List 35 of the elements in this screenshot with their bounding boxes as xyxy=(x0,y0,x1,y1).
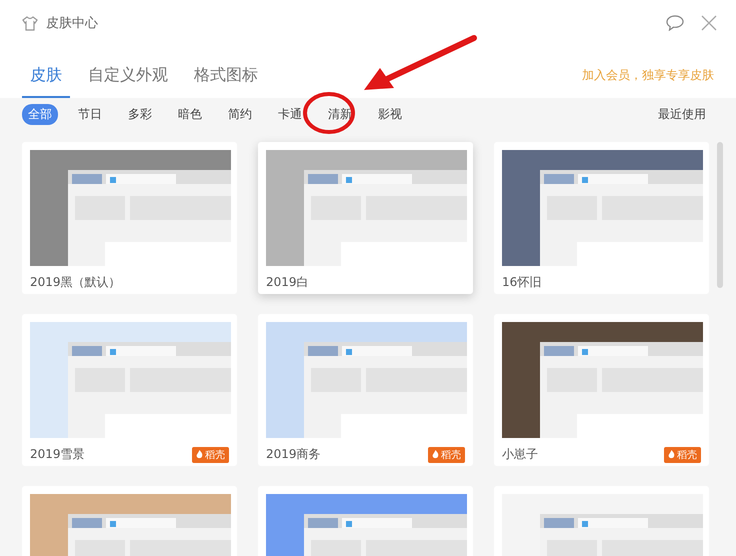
filter-chip[interactable]: 多彩 xyxy=(122,104,158,125)
skin-name: 2019黑（默认） xyxy=(30,274,121,291)
skin-card[interactable]: 2019白 xyxy=(258,142,473,294)
scrollbar[interactable] xyxy=(717,142,723,288)
filter-chip[interactable]: 暗色 xyxy=(172,104,208,125)
skin-name: 2019商务 xyxy=(266,446,321,463)
flame-icon xyxy=(196,450,203,459)
skin-card[interactable]: 小崽子 稻壳 xyxy=(494,314,709,466)
window-title: 皮肤中心 xyxy=(46,15,98,32)
skin-name: 小崽子 xyxy=(502,446,538,463)
filter-chip[interactable]: 节日 xyxy=(72,104,108,125)
chat-icon[interactable] xyxy=(666,15,684,31)
skin-card[interactable]: 2019商务 稻壳 xyxy=(258,314,473,466)
close-icon[interactable] xyxy=(700,14,718,32)
docer-badge: 稻壳 xyxy=(428,446,465,462)
annotation-circle xyxy=(303,92,355,134)
filter-chip[interactable]: 简约 xyxy=(222,104,258,125)
flame-icon xyxy=(432,450,439,459)
filter-chip[interactable]: 全部 xyxy=(22,104,58,125)
filter-chip[interactable]: 清新 xyxy=(322,104,358,125)
skin-card[interactable]: 16怀旧 xyxy=(494,142,709,294)
shirt-icon xyxy=(22,16,38,30)
docer-badge: 稻壳 xyxy=(664,446,701,462)
skin-card[interactable]: 2019雪景 稻壳 xyxy=(22,314,237,466)
tab[interactable]: 自定义外观 xyxy=(80,65,176,98)
skin-name: 2019雪景 xyxy=(30,446,85,463)
skin-card[interactable]: 2019黑（默认） xyxy=(22,142,237,294)
tab[interactable]: 格式图标 xyxy=(186,65,266,98)
skin-name: 2019白 xyxy=(266,274,309,291)
flame-icon xyxy=(668,450,675,459)
skin-name: 16怀旧 xyxy=(502,274,542,291)
docer-badge: 稻壳 xyxy=(192,446,229,462)
filter-chip[interactable]: 卡通 xyxy=(272,104,308,125)
filter-chip[interactable]: 影视 xyxy=(372,104,408,125)
recent-link[interactable]: 最近使用 xyxy=(658,106,706,123)
